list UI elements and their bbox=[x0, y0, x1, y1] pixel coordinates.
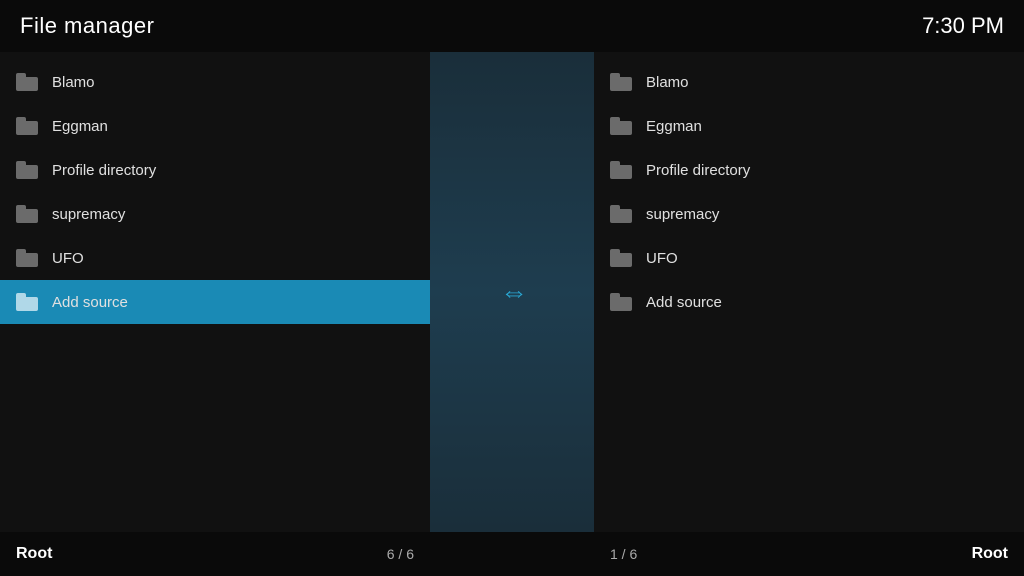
right-list-item[interactable]: Add source bbox=[594, 280, 1024, 324]
folder-icon bbox=[16, 205, 38, 223]
folder-icon bbox=[610, 73, 632, 91]
right-root-label: Root bbox=[972, 545, 1008, 563]
bottom-bar: Root 6 / 6 1 / 6 Root bbox=[0, 532, 1024, 576]
item-label: Profile directory bbox=[646, 162, 750, 179]
clock: 7:30 PM bbox=[922, 13, 1004, 39]
right-file-list: Blamo Eggman Profile directory supremacy UFO… bbox=[594, 52, 1024, 332]
right-list-item[interactable]: Blamo bbox=[594, 60, 1024, 104]
center-divider: ⇔ bbox=[430, 52, 594, 532]
folder-icon bbox=[610, 117, 632, 135]
left-list-item[interactable]: Blamo bbox=[0, 60, 430, 104]
right-panel: Blamo Eggman Profile directory supremacy UFO… bbox=[594, 52, 1024, 532]
item-label: Blamo bbox=[646, 74, 689, 91]
right-list-item[interactable]: Eggman bbox=[594, 104, 1024, 148]
item-label: Eggman bbox=[646, 118, 702, 135]
right-list-item[interactable]: supremacy bbox=[594, 192, 1024, 236]
right-list-item[interactable]: Profile directory bbox=[594, 148, 1024, 192]
item-label: supremacy bbox=[646, 206, 719, 223]
folder-icon bbox=[16, 293, 38, 311]
item-label: Add source bbox=[52, 294, 128, 311]
right-count: 1 / 6 bbox=[610, 546, 637, 562]
folder-icon bbox=[16, 249, 38, 267]
bottom-left: Root 6 / 6 bbox=[0, 545, 430, 563]
top-bar: File manager 7:30 PM bbox=[0, 0, 1024, 52]
left-file-list: Blamo Eggman Profile directory supremacy UFO… bbox=[0, 52, 430, 332]
item-label: Add source bbox=[646, 294, 722, 311]
bottom-right: 1 / 6 Root bbox=[594, 545, 1024, 563]
left-list-item[interactable]: supremacy bbox=[0, 192, 430, 236]
folder-icon bbox=[16, 73, 38, 91]
left-list-item[interactable]: Profile directory bbox=[0, 148, 430, 192]
folder-icon bbox=[16, 161, 38, 179]
right-list-item[interactable]: UFO bbox=[594, 236, 1024, 280]
transfer-arrows-icon: ⇔ bbox=[500, 276, 524, 308]
folder-icon bbox=[610, 161, 632, 179]
left-list-item[interactable]: UFO bbox=[0, 236, 430, 280]
left-count: 6 / 6 bbox=[387, 546, 414, 562]
item-label: Profile directory bbox=[52, 162, 156, 179]
item-label: supremacy bbox=[52, 206, 125, 223]
left-panel: Blamo Eggman Profile directory supremacy UFO… bbox=[0, 52, 430, 532]
app-title: File manager bbox=[20, 13, 154, 39]
folder-icon bbox=[610, 293, 632, 311]
item-label: UFO bbox=[52, 250, 84, 267]
left-list-item[interactable]: Add source bbox=[0, 280, 430, 324]
main-content: Blamo Eggman Profile directory supremacy UFO… bbox=[0, 52, 1024, 532]
left-list-item[interactable]: Eggman bbox=[0, 104, 430, 148]
left-root-label: Root bbox=[16, 545, 52, 563]
item-label: Eggman bbox=[52, 118, 108, 135]
folder-icon bbox=[610, 249, 632, 267]
item-label: Blamo bbox=[52, 74, 95, 91]
folder-icon bbox=[16, 117, 38, 135]
folder-icon bbox=[610, 205, 632, 223]
item-label: UFO bbox=[646, 250, 678, 267]
